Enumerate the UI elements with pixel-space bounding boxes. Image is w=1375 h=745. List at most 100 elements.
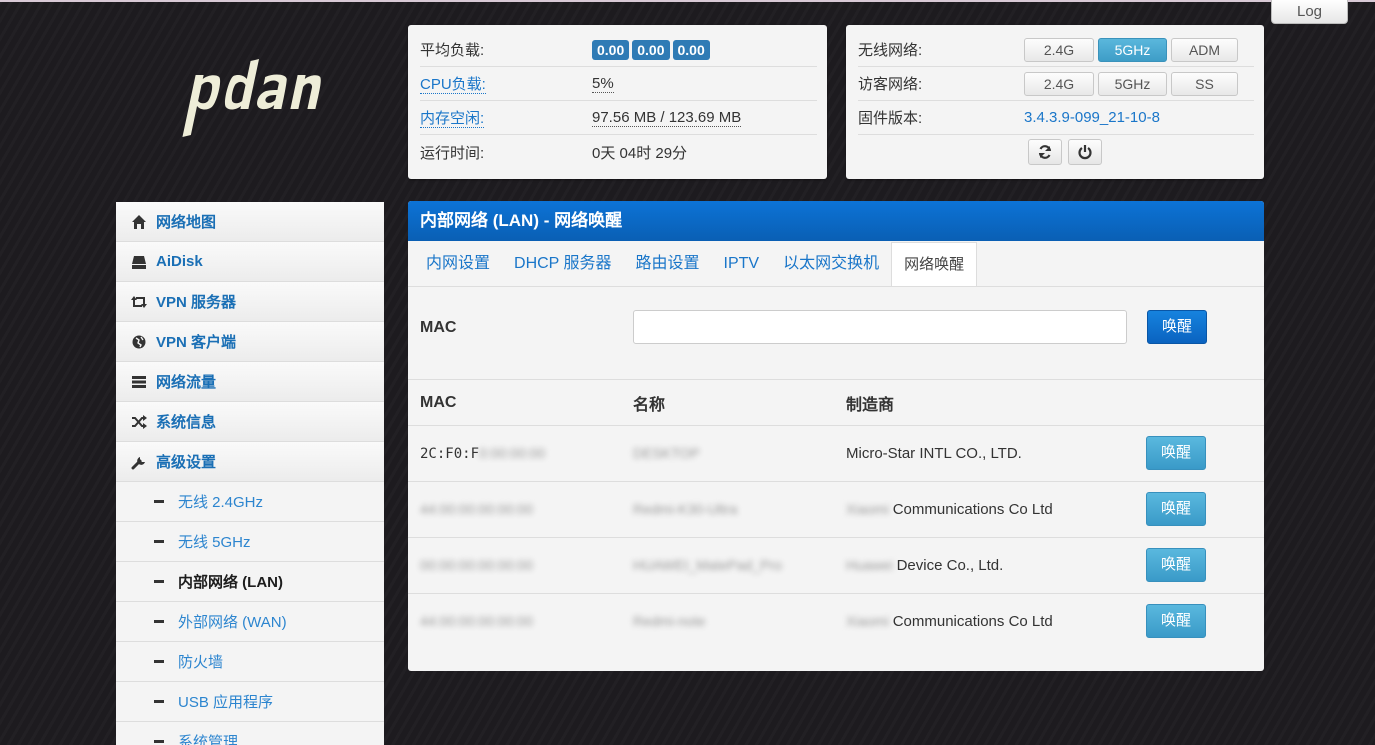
vendor-cell: Huawei Device Co., Ltd.: [834, 537, 1134, 594]
memory-row: 内存空闲: 97.56 MB / 123.69 MB: [420, 101, 817, 135]
guest-row: 访客网络: 2.4G 5GHz SS: [858, 67, 1254, 101]
load-label: 平均负载:: [420, 42, 485, 59]
wake-button[interactable]: 唤醒: [1147, 310, 1207, 344]
uptime-label: 运行时间:: [420, 144, 485, 162]
sidebar-item-advanced[interactable]: 高级设置: [116, 442, 384, 482]
tab-wake-on-lan[interactable]: 网络唤醒: [891, 242, 978, 286]
vendor-cell: Xiaomi Communications Co Ltd: [834, 481, 1134, 538]
dash-icon: [154, 700, 164, 703]
dash-icon: [154, 540, 164, 543]
mac-cell: 44:00:00:00:00:00: [408, 481, 621, 538]
globe-icon: [130, 333, 148, 351]
home-icon: [130, 213, 148, 231]
row-wake-button[interactable]: 唤醒: [1146, 436, 1206, 470]
power-row: [858, 135, 1254, 169]
sidebar-subitem-wireless-5[interactable]: 无线 5GHz: [116, 522, 384, 562]
wifi-2g-button[interactable]: 2.4G: [1024, 37, 1094, 62]
table-header-row: MAC 名称 制造商: [408, 381, 1264, 426]
dash-icon: [154, 580, 164, 583]
pdan-logo: [182, 59, 321, 137]
refresh-icon: [1038, 145, 1052, 159]
name-cell: Redmi-K30-Ultra: [621, 481, 834, 538]
guest-5g-button[interactable]: 5GHz: [1098, 71, 1167, 96]
top-border: [0, 0, 1375, 2]
sidebar-subitem-wan[interactable]: 外部网络 (WAN): [116, 602, 384, 642]
column-header-mac: MAC: [408, 381, 621, 426]
cpu-value: 5%: [592, 75, 614, 93]
column-header-name: 名称: [621, 381, 834, 426]
name-cell: Redmi-note: [633, 612, 706, 629]
wifi-label: 无线网络:: [858, 42, 923, 59]
guest-ss-button[interactable]: SS: [1171, 71, 1238, 96]
tab-switch[interactable]: 以太网交换机: [771, 241, 891, 286]
shutdown-button[interactable]: [1068, 139, 1102, 165]
sidebar-item-vpn-server[interactable]: VPN 服务器: [116, 282, 384, 322]
row-wake-button[interactable]: 唤醒: [1146, 604, 1206, 639]
load-row: 平均负载: 0.00 0.00 0.00: [420, 33, 817, 67]
tab-routing[interactable]: 路由设置: [624, 241, 712, 286]
device-table: MAC 名称 制造商 2C:F0:F0:00:00:00 DESKTOP Mic…: [408, 381, 1264, 649]
mac-cell: 00:00:00:00:00:00: [408, 537, 621, 594]
random-icon: [130, 413, 148, 431]
wifi-row: 无线网络: 2.4G 5GHz ADM: [858, 33, 1254, 67]
uptime-row: 运行时间: 0天 04时 29分: [420, 135, 817, 169]
list-icon: [130, 373, 148, 391]
table-row: 2C:F0:F0:00:00:00 DESKTOP Micro-Star INT…: [408, 425, 1264, 482]
uptime-value: 0天 04时 29分: [592, 144, 688, 162]
firmware-row: 固件版本: 3.4.3.9-099_21-10-8: [858, 101, 1254, 135]
table-row: 44:00:00:00:00:00 Redmi-K30-Ultra Xiaomi…: [408, 481, 1264, 538]
tab-lan-settings[interactable]: 内网设置: [414, 241, 502, 286]
firmware-label: 固件版本:: [858, 110, 923, 127]
load-5min-badge: 0.00: [632, 39, 670, 60]
sidebar-subitem-admin[interactable]: 系统管理: [116, 722, 384, 745]
mac-cell: 44:00:00:00:00:00: [420, 612, 533, 629]
dash-icon: [154, 740, 164, 743]
sidebar-item-aidisk[interactable]: AiDisk: [116, 242, 384, 282]
vendor-cell: Xiaomi Communications Co Ltd: [846, 612, 1053, 630]
sidebar-subitem-lan[interactable]: 内部网络 (LAN): [116, 562, 384, 602]
retweet-icon: [130, 293, 148, 311]
mac-input[interactable]: [633, 310, 1127, 344]
wrench-icon: [130, 453, 148, 471]
mac-cell: 2C:F0:F0:00:00:00: [408, 425, 621, 482]
tab-bar: 内网设置 DHCP 服务器 路由设置 IPTV 以太网交换机 网络唤醒: [408, 241, 1264, 287]
name-cell: HUAWEI_MatePad_Pro: [621, 537, 834, 594]
power-icon: [1078, 145, 1092, 160]
reboot-button[interactable]: [1028, 139, 1062, 165]
vendor-cell: Micro-Star INTL CO., LTD.: [834, 425, 1134, 482]
sidebar: 网络地图 AiDisk VPN 服务器 VPN 客户端 网络流量 系统信息 高级…: [116, 202, 384, 745]
cpu-label[interactable]: CPU负载:: [420, 73, 592, 94]
row-wake-button[interactable]: 唤醒: [1146, 492, 1206, 526]
sidebar-item-vpn-client[interactable]: VPN 客户端: [116, 322, 384, 362]
load-1min-badge: 0.00: [592, 39, 630, 60]
sidebar-subitem-usb[interactable]: USB 应用程序: [116, 682, 384, 722]
memory-value: 97.56 MB / 123.69 MB: [592, 109, 742, 127]
dash-icon: [154, 500, 164, 503]
wifi-5g-button[interactable]: 5GHz: [1098, 37, 1167, 62]
sidebar-item-system-info[interactable]: 系统信息: [116, 402, 384, 442]
sidebar-subitem-firewall[interactable]: 防火墙: [116, 642, 384, 682]
disk-icon: [130, 253, 148, 271]
tab-dhcp-server[interactable]: DHCP 服务器: [502, 241, 624, 286]
guest-2g-button[interactable]: 2.4G: [1024, 71, 1094, 96]
firmware-version-link[interactable]: 3.4.3.9-099_21-10-8: [1024, 109, 1160, 126]
memory-label[interactable]: 内存空闲:: [420, 107, 592, 128]
dash-icon: [154, 660, 164, 663]
page-title: 内部网络 (LAN) - 网络唤醒: [408, 201, 1264, 241]
guest-label: 访客网络:: [858, 76, 923, 93]
system-status-panel: 平均负载: 0.00 0.00 0.00 CPU负载: 5% 内存空闲: 97.56…: [408, 25, 827, 179]
table-row: 44:00:00:00:00:00 Redmi-note Xiaomi Comm…: [408, 593, 1264, 649]
table-row: 00:00:00:00:00:00 HUAWEI_MatePad_Pro Hua…: [408, 537, 1264, 594]
row-wake-button[interactable]: 唤醒: [1146, 548, 1206, 582]
mac-entry-row: MAC 唤醒: [408, 288, 1264, 380]
tab-iptv[interactable]: IPTV: [712, 241, 772, 286]
mac-label: MAC: [420, 319, 457, 336]
wifi-adm-button[interactable]: ADM: [1171, 37, 1238, 62]
logout-button[interactable]: Log: [1271, 0, 1348, 24]
dash-icon: [154, 620, 164, 623]
sidebar-subitem-wireless-24[interactable]: 无线 2.4GHz: [116, 482, 384, 522]
cpu-row: CPU负载: 5%: [420, 67, 817, 101]
sidebar-item-traffic[interactable]: 网络流量: [116, 362, 384, 402]
wireless-status-panel: 无线网络: 2.4G 5GHz ADM 访客网络: 2.4G 5GHz SS 固…: [846, 25, 1264, 179]
sidebar-item-network-map[interactable]: 网络地图: [116, 202, 384, 242]
